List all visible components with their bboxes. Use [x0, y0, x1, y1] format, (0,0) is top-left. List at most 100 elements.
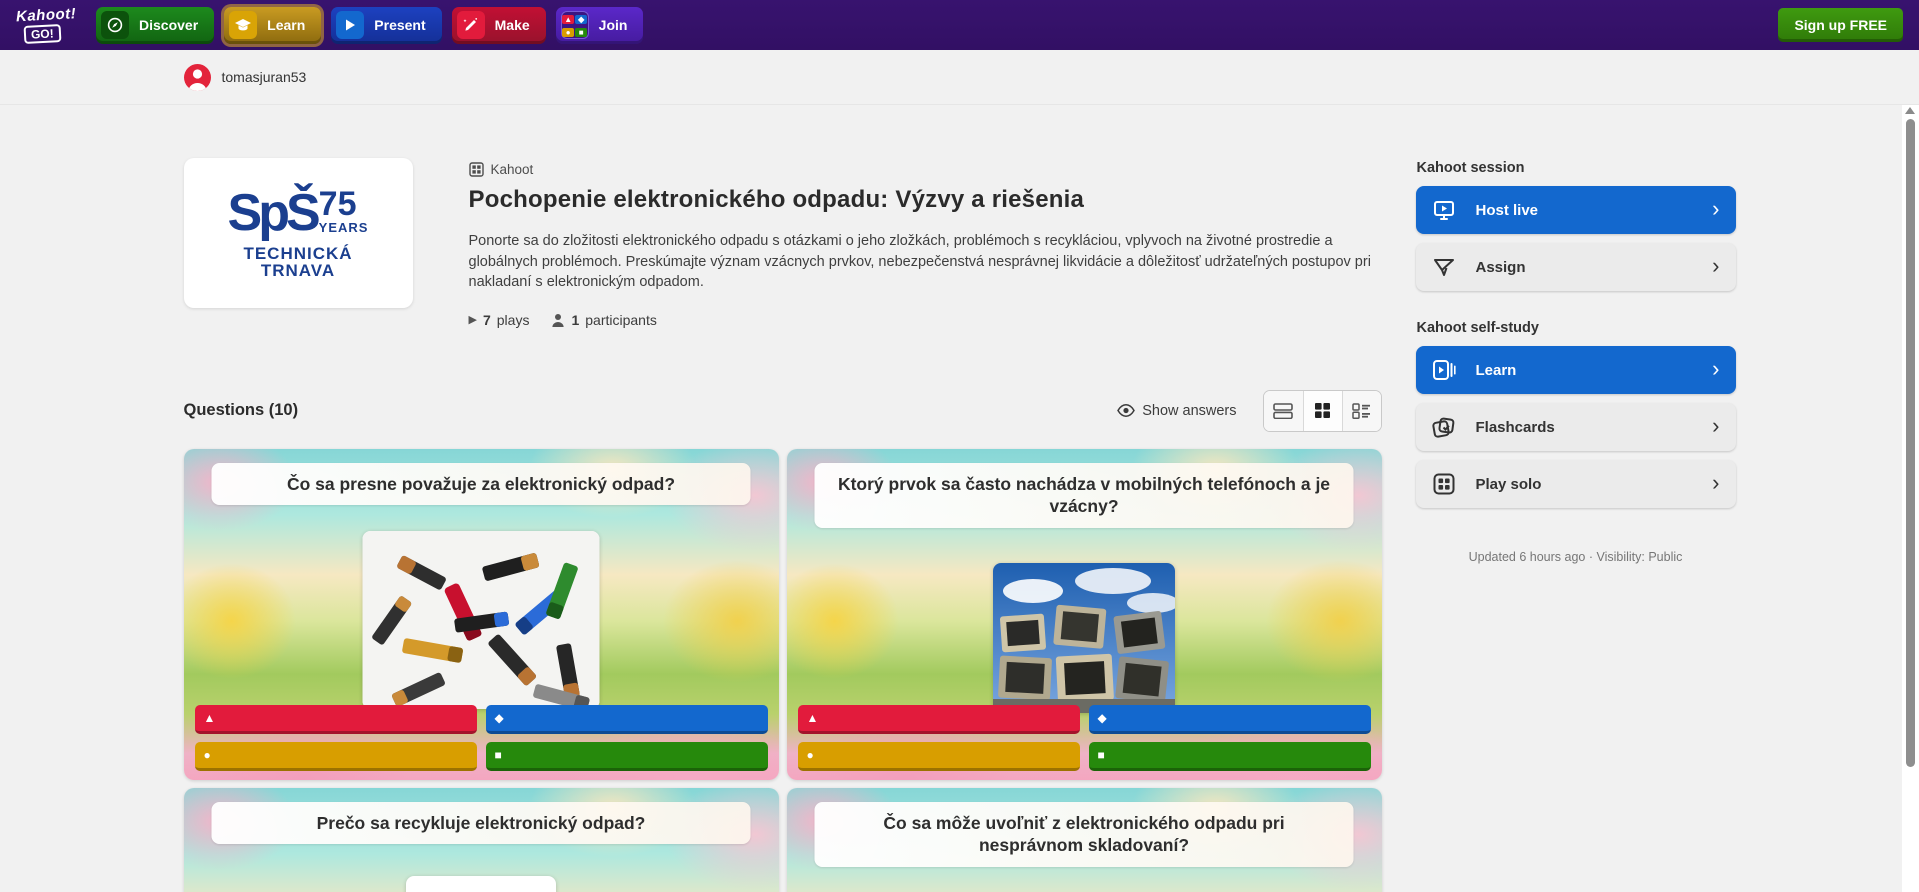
compass-icon: [101, 11, 129, 39]
graduation-cap-icon: [229, 11, 258, 39]
play-solo-grid-icon: [1432, 473, 1456, 495]
flashcards-icon: [1431, 417, 1456, 438]
eye-icon: [1117, 404, 1136, 418]
person-icon: [552, 313, 565, 327]
action-sidebar: Kahoot session Host live › Assign › Kaho…: [1415, 158, 1736, 892]
selfstudy-heading: Kahoot self-study: [1416, 320, 1539, 336]
questions-toolbar: Questions (10) Show answers: [183, 389, 1382, 432]
answer-preview-bars: ▲ ◆ ● ■: [184, 704, 779, 780]
play-icon: [336, 11, 365, 39]
updated-visibility-meta: Updated 6 hours ago · Visibility: Public: [1468, 550, 1683, 564]
answer-bar-diamond: ◆: [1088, 704, 1371, 734]
question-card-2[interactable]: Ktorý prvok sa často nachádza v mobilnýc…: [786, 448, 1382, 780]
quiz-description: Ponorte sa do zložitosti elektronického …: [468, 233, 1371, 291]
circle-shape-icon: ●: [203, 747, 211, 762]
triangle-shape-icon: ▲: [203, 710, 216, 725]
username[interactable]: tomasjuran53: [222, 69, 307, 85]
nav-make-label: Make: [494, 17, 530, 33]
square-shape-icon: ■: [1097, 747, 1105, 762]
nav-present-button[interactable]: Present: [331, 6, 442, 44]
chevron-right-icon: ›: [1712, 470, 1720, 495]
page-title: Pochopenie elektronického odpadu: Výzvy …: [468, 186, 1085, 213]
compact-view-icon: [1352, 402, 1370, 419]
sign-up-free-button[interactable]: Sign up FREE: [1778, 8, 1903, 42]
question-4-title: Čo sa môže uvoľniť z elektronického odpa…: [814, 801, 1354, 868]
school-name-line1: TECHNICKÁ: [243, 244, 353, 263]
answer-bar-diamond: ◆: [485, 704, 768, 734]
question-cards-grid: Čo sa presne považuje za elektronický od…: [183, 448, 1382, 892]
magic-pencil-icon: [456, 11, 485, 39]
question-card-1[interactable]: Čo sa presne považuje za elektronický od…: [183, 448, 779, 780]
list-view-icon: [1273, 402, 1293, 419]
nav-buttons: Discover Learn Present Make ▲ ◆ ● ■ Join: [96, 6, 644, 44]
logo-kahoot-text: Kahoot!: [15, 4, 77, 25]
recycle-symbol-image: ♻: [406, 875, 556, 892]
view-toggle-group: [1262, 389, 1382, 432]
question-card-4[interactable]: Čo sa môže uvoľniť z elektronického odpa…: [786, 787, 1382, 892]
chevron-right-icon: ›: [1712, 253, 1720, 278]
participants-stat: 1 participants: [551, 312, 657, 328]
play-solo-button[interactable]: Play solo ›: [1415, 460, 1736, 508]
nav-present-label: Present: [374, 17, 426, 33]
batteries-image: [362, 530, 600, 709]
page-scrollbar[interactable]: [1902, 105, 1919, 892]
question-1-title: Čo sa presne považuje za elektronický od…: [211, 462, 751, 506]
chevron-right-icon: ›: [1712, 413, 1720, 438]
quiz-thumbnail: SpŠ 75 YEARS TECHNICKÁ TRNAVA: [183, 158, 413, 308]
nav-learn-button[interactable]: Learn: [224, 6, 322, 44]
square-shape-icon: ■: [494, 747, 502, 762]
compact-view-button[interactable]: [1341, 390, 1381, 431]
kahoot-grid-icon: [468, 162, 484, 177]
show-answers-toggle[interactable]: Show answers: [1117, 403, 1237, 419]
answer-bar-triangle: ▲: [194, 704, 477, 734]
answer-bar-square: ■: [1088, 741, 1371, 771]
learn-card-play-icon: [1432, 360, 1456, 380]
flashcards-label: Flashcards: [1475, 418, 1555, 436]
content-type-label: Kahoot: [468, 162, 1374, 177]
grid-view-button[interactable]: [1302, 390, 1342, 431]
answer-bar-square: ■: [485, 741, 768, 771]
school-monogram: SpŠ: [227, 184, 321, 242]
nav-join-label: Join: [598, 17, 628, 33]
years-label: YEARS: [318, 220, 369, 235]
nav-learn-label: Learn: [267, 17, 306, 33]
quiz-header: SpŠ 75 YEARS TECHNICKÁ TRNAVA Kahoot Pocho…: [183, 158, 1382, 328]
nav-make-button[interactable]: Make: [451, 6, 546, 44]
nav-join-button[interactable]: ▲ ◆ ● ■ Join: [555, 6, 644, 44]
chevron-right-icon: ›: [1712, 356, 1720, 381]
list-view-button[interactable]: [1263, 390, 1303, 431]
avatar[interactable]: [183, 63, 211, 91]
learn-label: Learn: [1475, 361, 1517, 379]
circle-shape-icon: ●: [806, 747, 814, 762]
assign-button[interactable]: Assign ›: [1415, 243, 1736, 291]
scrollbar-thumb[interactable]: [1906, 119, 1915, 767]
paper-plane-icon: [1432, 257, 1456, 277]
learn-button[interactable]: Learn ›: [1415, 346, 1736, 394]
triangle-shape-icon: ▲: [806, 710, 819, 725]
diamond-shape-icon: ◆: [494, 710, 504, 725]
chevron-right-icon: ›: [1712, 196, 1720, 221]
answer-bar-triangle: ▲: [797, 704, 1080, 734]
session-heading: Kahoot session: [1416, 160, 1525, 176]
plays-stat: ▶ 7 plays: [468, 311, 530, 328]
monitor-pile-image: [993, 562, 1175, 713]
answer-bar-circle: ●: [194, 741, 477, 771]
assign-label: Assign: [1475, 258, 1526, 276]
host-live-label: Host live: [1475, 201, 1539, 219]
top-navigation: Kahoot! GO! Discover Learn Present Make: [0, 0, 1919, 50]
answer-preview-bars: ▲ ◆ ● ■: [787, 704, 1382, 780]
school-name-line2: TRNAVA: [260, 261, 336, 280]
host-live-button[interactable]: Host live ›: [1415, 186, 1736, 234]
answer-shapes-grid-icon: ▲ ◆ ● ■: [560, 11, 589, 39]
quiz-stats: ▶ 7 plays 1 participants: [469, 312, 1374, 328]
scroll-up-arrow-icon[interactable]: [1905, 107, 1915, 114]
logo-go-badge: GO!: [23, 23, 61, 44]
answer-bar-circle: ●: [797, 741, 1080, 771]
questions-heading: Questions (10): [183, 401, 299, 420]
play-count-icon: ▶: [468, 314, 477, 327]
nav-discover-button[interactable]: Discover: [96, 6, 215, 44]
question-card-3[interactable]: Prečo sa recykluje elektronický odpad? ♻…: [183, 787, 779, 892]
kahoot-go-logo[interactable]: Kahoot! GO!: [15, 4, 77, 44]
grid-view-icon: [1315, 403, 1330, 419]
flashcards-button[interactable]: Flashcards ›: [1415, 403, 1736, 451]
